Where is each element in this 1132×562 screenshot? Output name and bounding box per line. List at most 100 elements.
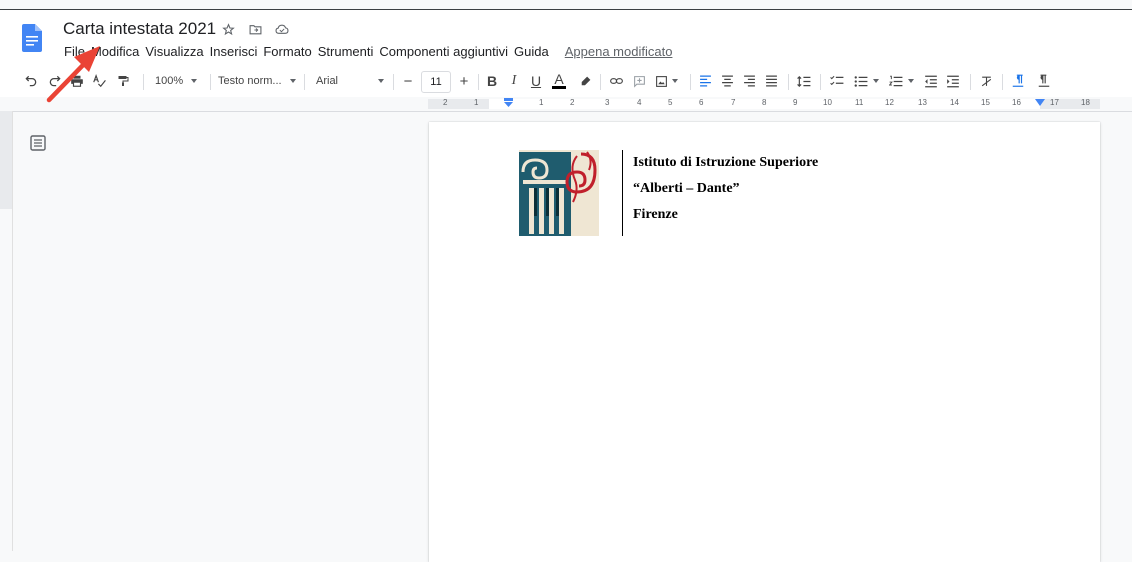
chevron-down-icon	[191, 79, 198, 83]
print-icon[interactable]	[68, 69, 86, 93]
menu-componenti-aggiuntivi[interactable]: Componenti aggiuntivi	[377, 44, 512, 59]
clear-formatting-icon[interactable]	[977, 69, 995, 93]
star-icon[interactable]	[220, 21, 236, 37]
letterhead-text: Istituto di Istruzione Superiore “Albert…	[633, 150, 818, 228]
ruler-number: 10	[823, 98, 832, 107]
menu-inserisci[interactable]: Inserisci	[208, 44, 262, 59]
move-folder-icon[interactable]	[247, 21, 263, 37]
chevron-down-icon	[907, 79, 914, 83]
toolbar-separator	[970, 74, 971, 90]
city-name[interactable]: Firenze	[633, 202, 818, 228]
ruler-number: 9	[793, 98, 798, 107]
toolbar-separator	[210, 74, 211, 90]
ruler-number: 2	[570, 98, 575, 107]
left-indent-marker-icon[interactable]	[503, 98, 514, 108]
ruler-number: 4	[637, 98, 642, 107]
font-size-input[interactable]: 11	[421, 71, 451, 93]
italic-button[interactable]: I	[506, 69, 522, 93]
style-select[interactable]: Testo norm...	[218, 69, 300, 93]
decrease-font-size-button[interactable]: −	[400, 69, 416, 93]
vertical-ruler[interactable]	[0, 111, 13, 551]
style-value: Testo norm...	[218, 75, 282, 87]
decrease-indent-icon[interactable]	[922, 69, 940, 93]
toolbar-separator	[478, 74, 479, 90]
toolbar-separator	[304, 74, 305, 90]
ruler-number: 3	[605, 98, 610, 107]
school-logo	[519, 150, 599, 236]
ruler-left-margin	[428, 99, 489, 109]
text-color-label: A	[554, 71, 564, 87]
document-title[interactable]: Carta intestata 2021	[63, 19, 216, 39]
vertical-ruler-margin	[0, 111, 12, 209]
menu-strumenti[interactable]: Strumenti	[316, 44, 378, 59]
align-center-icon[interactable]	[718, 69, 736, 93]
ruler-number: 5	[668, 98, 673, 107]
text-color-button[interactable]: A	[550, 69, 568, 93]
google-docs-logo-icon[interactable]	[22, 24, 42, 52]
ruler-number: 1	[539, 98, 544, 107]
increase-font-size-button[interactable]: +	[456, 69, 472, 93]
letterhead-divider	[622, 150, 623, 236]
menu-file[interactable]: File	[62, 44, 89, 59]
toolbar-separator	[143, 74, 144, 90]
document-page[interactable]: Istituto di Istruzione Superiore “Albert…	[429, 122, 1100, 562]
ruler-number: 14	[950, 98, 959, 107]
ruler-number: 11	[855, 98, 864, 107]
ruler-number: 1	[474, 98, 479, 107]
letterhead: Istituto di Istruzione Superiore “Albert…	[519, 150, 818, 236]
toolbar-separator	[820, 74, 821, 90]
toolbar-separator	[1002, 74, 1003, 90]
document-outline-icon[interactable]	[30, 135, 46, 151]
toolbar-separator	[690, 74, 691, 90]
checklist-icon[interactable]	[827, 69, 847, 93]
title-actions	[220, 21, 290, 37]
zoom-value: 100%	[155, 75, 184, 87]
menu-modifica[interactable]: Modifica	[89, 44, 143, 59]
ruler-number: 13	[918, 98, 927, 107]
right-indent-marker-icon[interactable]	[1035, 99, 1045, 107]
horizontal-ruler[interactable]: 2 1 1 2 3 4 5 6 7 8 9 10 11 12 13 14 15 …	[0, 97, 1132, 112]
ltr-paragraph-icon[interactable]	[1008, 69, 1028, 93]
school-name[interactable]: “Alberti – Dante”	[633, 176, 818, 202]
ruler-number: 2	[443, 98, 448, 107]
menu-guida[interactable]: Guida	[512, 44, 553, 59]
menu-visualizza[interactable]: Visualizza	[143, 44, 207, 59]
comment-icon[interactable]	[630, 69, 648, 93]
paint-format-icon[interactable]	[114, 69, 132, 93]
ruler-number: 16	[1012, 98, 1021, 107]
link-icon[interactable]	[606, 69, 626, 93]
line-spacing-icon[interactable]	[794, 69, 814, 93]
zoom-select[interactable]: 100%	[155, 69, 205, 93]
underline-button[interactable]: U	[528, 69, 544, 93]
align-right-icon[interactable]	[740, 69, 758, 93]
bulleted-list-icon[interactable]	[851, 69, 881, 93]
align-justify-icon[interactable]	[762, 69, 780, 93]
ruler-right-margin	[1040, 99, 1100, 109]
docs-header: Carta intestata 2021 File Modifica Visua…	[0, 10, 1132, 65]
undo-icon[interactable]	[22, 69, 40, 93]
chevron-down-icon	[378, 79, 384, 83]
chevron-down-icon	[872, 79, 879, 83]
numbered-list-icon[interactable]	[886, 69, 916, 93]
toolbar-separator	[600, 74, 601, 90]
toolbar-separator	[393, 74, 394, 90]
ruler-number: 7	[731, 98, 736, 107]
redo-icon[interactable]	[46, 69, 64, 93]
ruler-number: 12	[885, 98, 894, 107]
spellcheck-icon[interactable]	[90, 69, 108, 93]
font-value: Arial	[316, 75, 339, 87]
last-edit-link[interactable]: Appena modificato	[565, 44, 673, 59]
align-left-icon[interactable]	[696, 69, 714, 93]
menu-formato[interactable]: Formato	[261, 44, 315, 59]
cloud-saved-icon[interactable]	[274, 21, 290, 37]
highlight-pen-icon[interactable]	[576, 69, 594, 93]
font-select[interactable]: Arial	[316, 69, 388, 93]
insert-image-icon[interactable]	[652, 69, 680, 93]
toolbar: 100% Testo norm... Arial − + B I U A	[0, 65, 1132, 97]
rtl-paragraph-icon[interactable]	[1034, 69, 1054, 93]
menubar: File Modifica Visualizza Inserisci Forma…	[62, 44, 672, 59]
text-color-swatch	[552, 86, 566, 89]
increase-indent-icon[interactable]	[944, 69, 962, 93]
institute-name[interactable]: Istituto di Istruzione Superiore	[633, 150, 818, 176]
bold-button[interactable]: B	[484, 69, 500, 93]
